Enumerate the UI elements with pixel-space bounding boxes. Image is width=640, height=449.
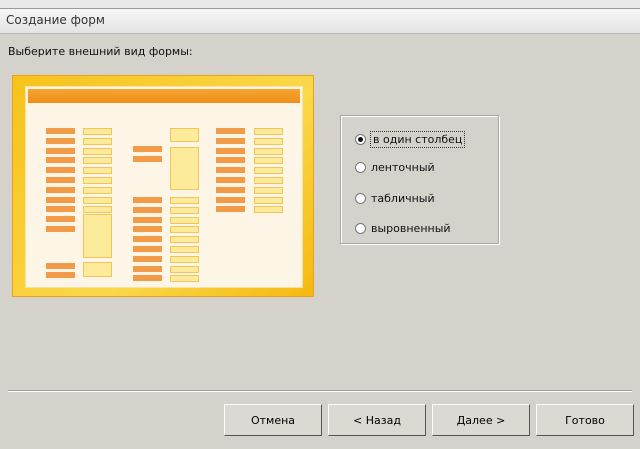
preview-form-body: [25, 86, 303, 288]
preview-field-box: [170, 275, 199, 283]
preview-label-bar: [133, 236, 162, 243]
option-label: ленточный: [371, 161, 435, 174]
preview-label-bar: [216, 167, 245, 174]
preview-field-box: [170, 265, 199, 273]
preview-field-box: [83, 262, 112, 277]
preview-field-box: [83, 128, 112, 135]
radio-option-columnar[interactable]: в один столбец: [355, 131, 466, 148]
preview-field-box: [254, 186, 283, 194]
radio-option-tabular-ribbon[interactable]: ленточный: [355, 161, 435, 174]
preview-label-bar: [46, 226, 75, 232]
preview-label-bar: [216, 196, 245, 203]
preview-label-bar: [216, 157, 245, 164]
preview-label-bar: [216, 128, 245, 134]
preview-label-bar: [46, 186, 75, 193]
preview-label-bar: [216, 147, 245, 154]
preview-label-bar: [216, 186, 245, 193]
preview-label-bar: [133, 246, 162, 252]
preview-label-bar: [46, 157, 75, 164]
preview-label-bar: [133, 275, 162, 282]
separator: [8, 390, 632, 392]
preview-label-bar: [216, 137, 245, 144]
preview-field-box: [170, 216, 199, 224]
preview-field-box: [83, 157, 112, 165]
wizard-title-bar: Создание форм: [0, 9, 640, 34]
preview-label-bar: [46, 216, 75, 223]
preview-field-box: [83, 206, 112, 214]
radio-button[interactable]: [355, 193, 366, 204]
preview-field-box: [254, 196, 283, 204]
preview-label-bar: [46, 147, 75, 154]
preview-field-box: [254, 206, 283, 214]
preview-label-bar: [46, 272, 75, 278]
preview-field-box: [83, 186, 112, 194]
preview-label-bar: [133, 265, 162, 272]
preview-field-box: [170, 255, 199, 263]
preview-label-bar: [46, 177, 75, 183]
back-button[interactable]: < Назад: [328, 404, 426, 436]
preview-field-box: [83, 196, 112, 204]
preview-label-bar: [46, 137, 75, 144]
preview-label-bar: [46, 206, 75, 213]
preview-field-box: [170, 236, 199, 244]
preview-label-bar: [133, 206, 162, 213]
prompt-label: Выберите внешний вид формы:: [8, 45, 193, 58]
layout-option-group: в один столбец ленточный табличный выров…: [340, 115, 499, 244]
preview-field-box: [254, 147, 283, 155]
preview-field-box: [170, 147, 199, 190]
preview-field-box: [83, 177, 112, 184]
preview-label-bar: [133, 197, 162, 203]
preview-label-bar: [216, 206, 245, 213]
preview-header-bar: [28, 89, 300, 103]
preview-label-bar: [133, 216, 162, 223]
preview-label-bar: [46, 263, 75, 269]
preview-label-bar: [133, 146, 162, 152]
preview-field-box: [83, 137, 112, 145]
option-label: выровненный: [371, 222, 451, 235]
preview-field-box: [170, 206, 199, 214]
wizard-title: Создание форм: [6, 13, 105, 27]
radio-option-justified[interactable]: выровненный: [355, 222, 451, 235]
preview-field-box: [254, 167, 283, 175]
preview-field-box: [170, 226, 199, 234]
preview-field-box: [83, 214, 112, 258]
preview-field-box: [254, 128, 283, 135]
preview-field-box: [254, 137, 283, 145]
preview-field-box: [254, 177, 283, 184]
preview-label-bar: [133, 226, 162, 233]
preview-field-box: [83, 167, 112, 175]
preview-field-box: [170, 128, 199, 142]
preview-field-box: [254, 157, 283, 165]
option-label: табличный: [371, 192, 435, 205]
preview-label-bar: [133, 156, 162, 162]
finish-button[interactable]: Готово: [536, 404, 634, 436]
preview-field-box: [83, 147, 112, 155]
radio-option-datasheet[interactable]: табличный: [355, 192, 435, 205]
option-label: в один столбец: [369, 131, 466, 148]
preview-field-box: [170, 197, 199, 204]
preview-label-bar: [46, 128, 75, 134]
preview-label-bar: [46, 196, 75, 203]
cancel-button[interactable]: Отмена: [224, 404, 322, 436]
top-strip: [0, 0, 640, 9]
next-button[interactable]: Далее >: [432, 404, 530, 436]
preview-label-bar: [133, 255, 162, 262]
form-layout-preview: [12, 75, 314, 297]
preview-label-bar: [46, 167, 75, 174]
radio-button[interactable]: [355, 162, 366, 173]
preview-label-bar: [216, 177, 245, 183]
preview-field-box: [170, 246, 199, 253]
radio-button[interactable]: [355, 223, 366, 234]
radio-button[interactable]: [355, 134, 366, 145]
